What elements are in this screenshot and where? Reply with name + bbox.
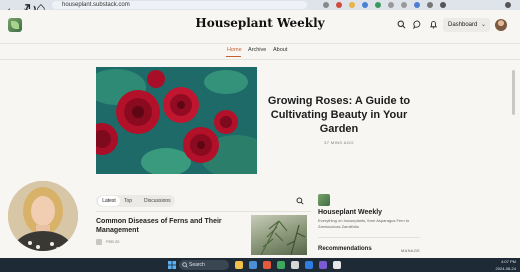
clock-time: 4:07 PM bbox=[501, 259, 516, 264]
address-bar-text: houseplant.substack.com bbox=[62, 2, 130, 8]
article-thumbnail[interactable] bbox=[251, 215, 307, 255]
tab-latest[interactable]: Latest bbox=[98, 196, 120, 206]
chevron-down-icon[interactable]: ⌄ bbox=[481, 18, 489, 32]
webcam-overlay bbox=[8, 181, 78, 251]
search-icon[interactable] bbox=[397, 20, 406, 29]
taskbar-app-icon[interactable] bbox=[263, 261, 271, 269]
hero-title[interactable]: Growing Roses: A Guide to Cultivating Be… bbox=[264, 94, 414, 136]
hero-timestamp: 37 MINS AGO bbox=[324, 140, 354, 145]
file-explorer-icon[interactable] bbox=[235, 261, 243, 269]
taskbar-app-icon[interactable] bbox=[277, 261, 285, 269]
article-date: FEB 20 bbox=[106, 239, 120, 244]
bell-icon[interactable] bbox=[429, 20, 438, 29]
taskbar-search-text: Search bbox=[189, 262, 205, 268]
tab-discussions[interactable]: Discussions bbox=[144, 196, 174, 206]
taskbar-app-icon[interactable] bbox=[319, 261, 327, 269]
scrollbar-thumb[interactable] bbox=[512, 70, 515, 115]
nav-about[interactable]: About bbox=[273, 47, 287, 53]
article-title[interactable]: Common Diseases of Ferns and Their Manag… bbox=[96, 217, 246, 235]
taskbar-clock[interactable]: 4:07 PM 2024-08-24 bbox=[486, 258, 516, 272]
taskbar-app-icon[interactable] bbox=[249, 261, 257, 269]
extension-icon[interactable] bbox=[414, 2, 420, 8]
taskbar-app-icon[interactable] bbox=[305, 261, 313, 269]
profile-icon[interactable] bbox=[440, 2, 446, 8]
search-icon bbox=[182, 262, 188, 268]
clock-date: 2024-08-24 bbox=[495, 266, 516, 271]
search-icon[interactable] bbox=[296, 197, 304, 205]
extension-icon[interactable] bbox=[375, 2, 381, 8]
nav-active-indicator bbox=[226, 56, 241, 57]
nav-archive[interactable]: Archive bbox=[248, 47, 266, 53]
extension-icon[interactable] bbox=[323, 2, 329, 8]
publication-title[interactable]: Houseplant Weekly bbox=[160, 16, 360, 30]
sidebar-divider bbox=[318, 237, 420, 238]
manage-link[interactable]: MANAGE bbox=[401, 248, 420, 253]
nav-divider bbox=[0, 59, 520, 60]
windows-start-icon[interactable] bbox=[168, 261, 176, 269]
author-icon bbox=[96, 239, 102, 245]
leaf-icon bbox=[11, 21, 19, 29]
extension-icon[interactable] bbox=[427, 2, 433, 8]
publication-logo[interactable] bbox=[318, 194, 330, 206]
menu-icon[interactable] bbox=[505, 2, 511, 8]
tab-top[interactable]: Top bbox=[124, 196, 136, 206]
chat-icon[interactable] bbox=[413, 20, 422, 29]
chrome-icon[interactable] bbox=[291, 261, 299, 269]
extension-icon[interactable] bbox=[349, 2, 355, 8]
hero-image[interactable] bbox=[96, 67, 257, 174]
recommendations-heading: Recommendations bbox=[318, 246, 372, 252]
extension-icon[interactable] bbox=[388, 2, 394, 8]
sidebar-description: Everything on houseplants, from Asparagu… bbox=[318, 218, 410, 229]
os-taskbar bbox=[0, 258, 520, 272]
taskbar-app-icon[interactable] bbox=[333, 261, 341, 269]
user-avatar[interactable] bbox=[495, 19, 507, 31]
nav-home[interactable]: Home bbox=[227, 47, 242, 53]
extension-icon[interactable] bbox=[362, 2, 368, 8]
extension-icon[interactable] bbox=[401, 2, 407, 8]
content-divider bbox=[96, 211, 311, 212]
extension-icon[interactable] bbox=[336, 2, 342, 8]
sidebar-publication-title[interactable]: Houseplant Weekly bbox=[318, 209, 382, 216]
